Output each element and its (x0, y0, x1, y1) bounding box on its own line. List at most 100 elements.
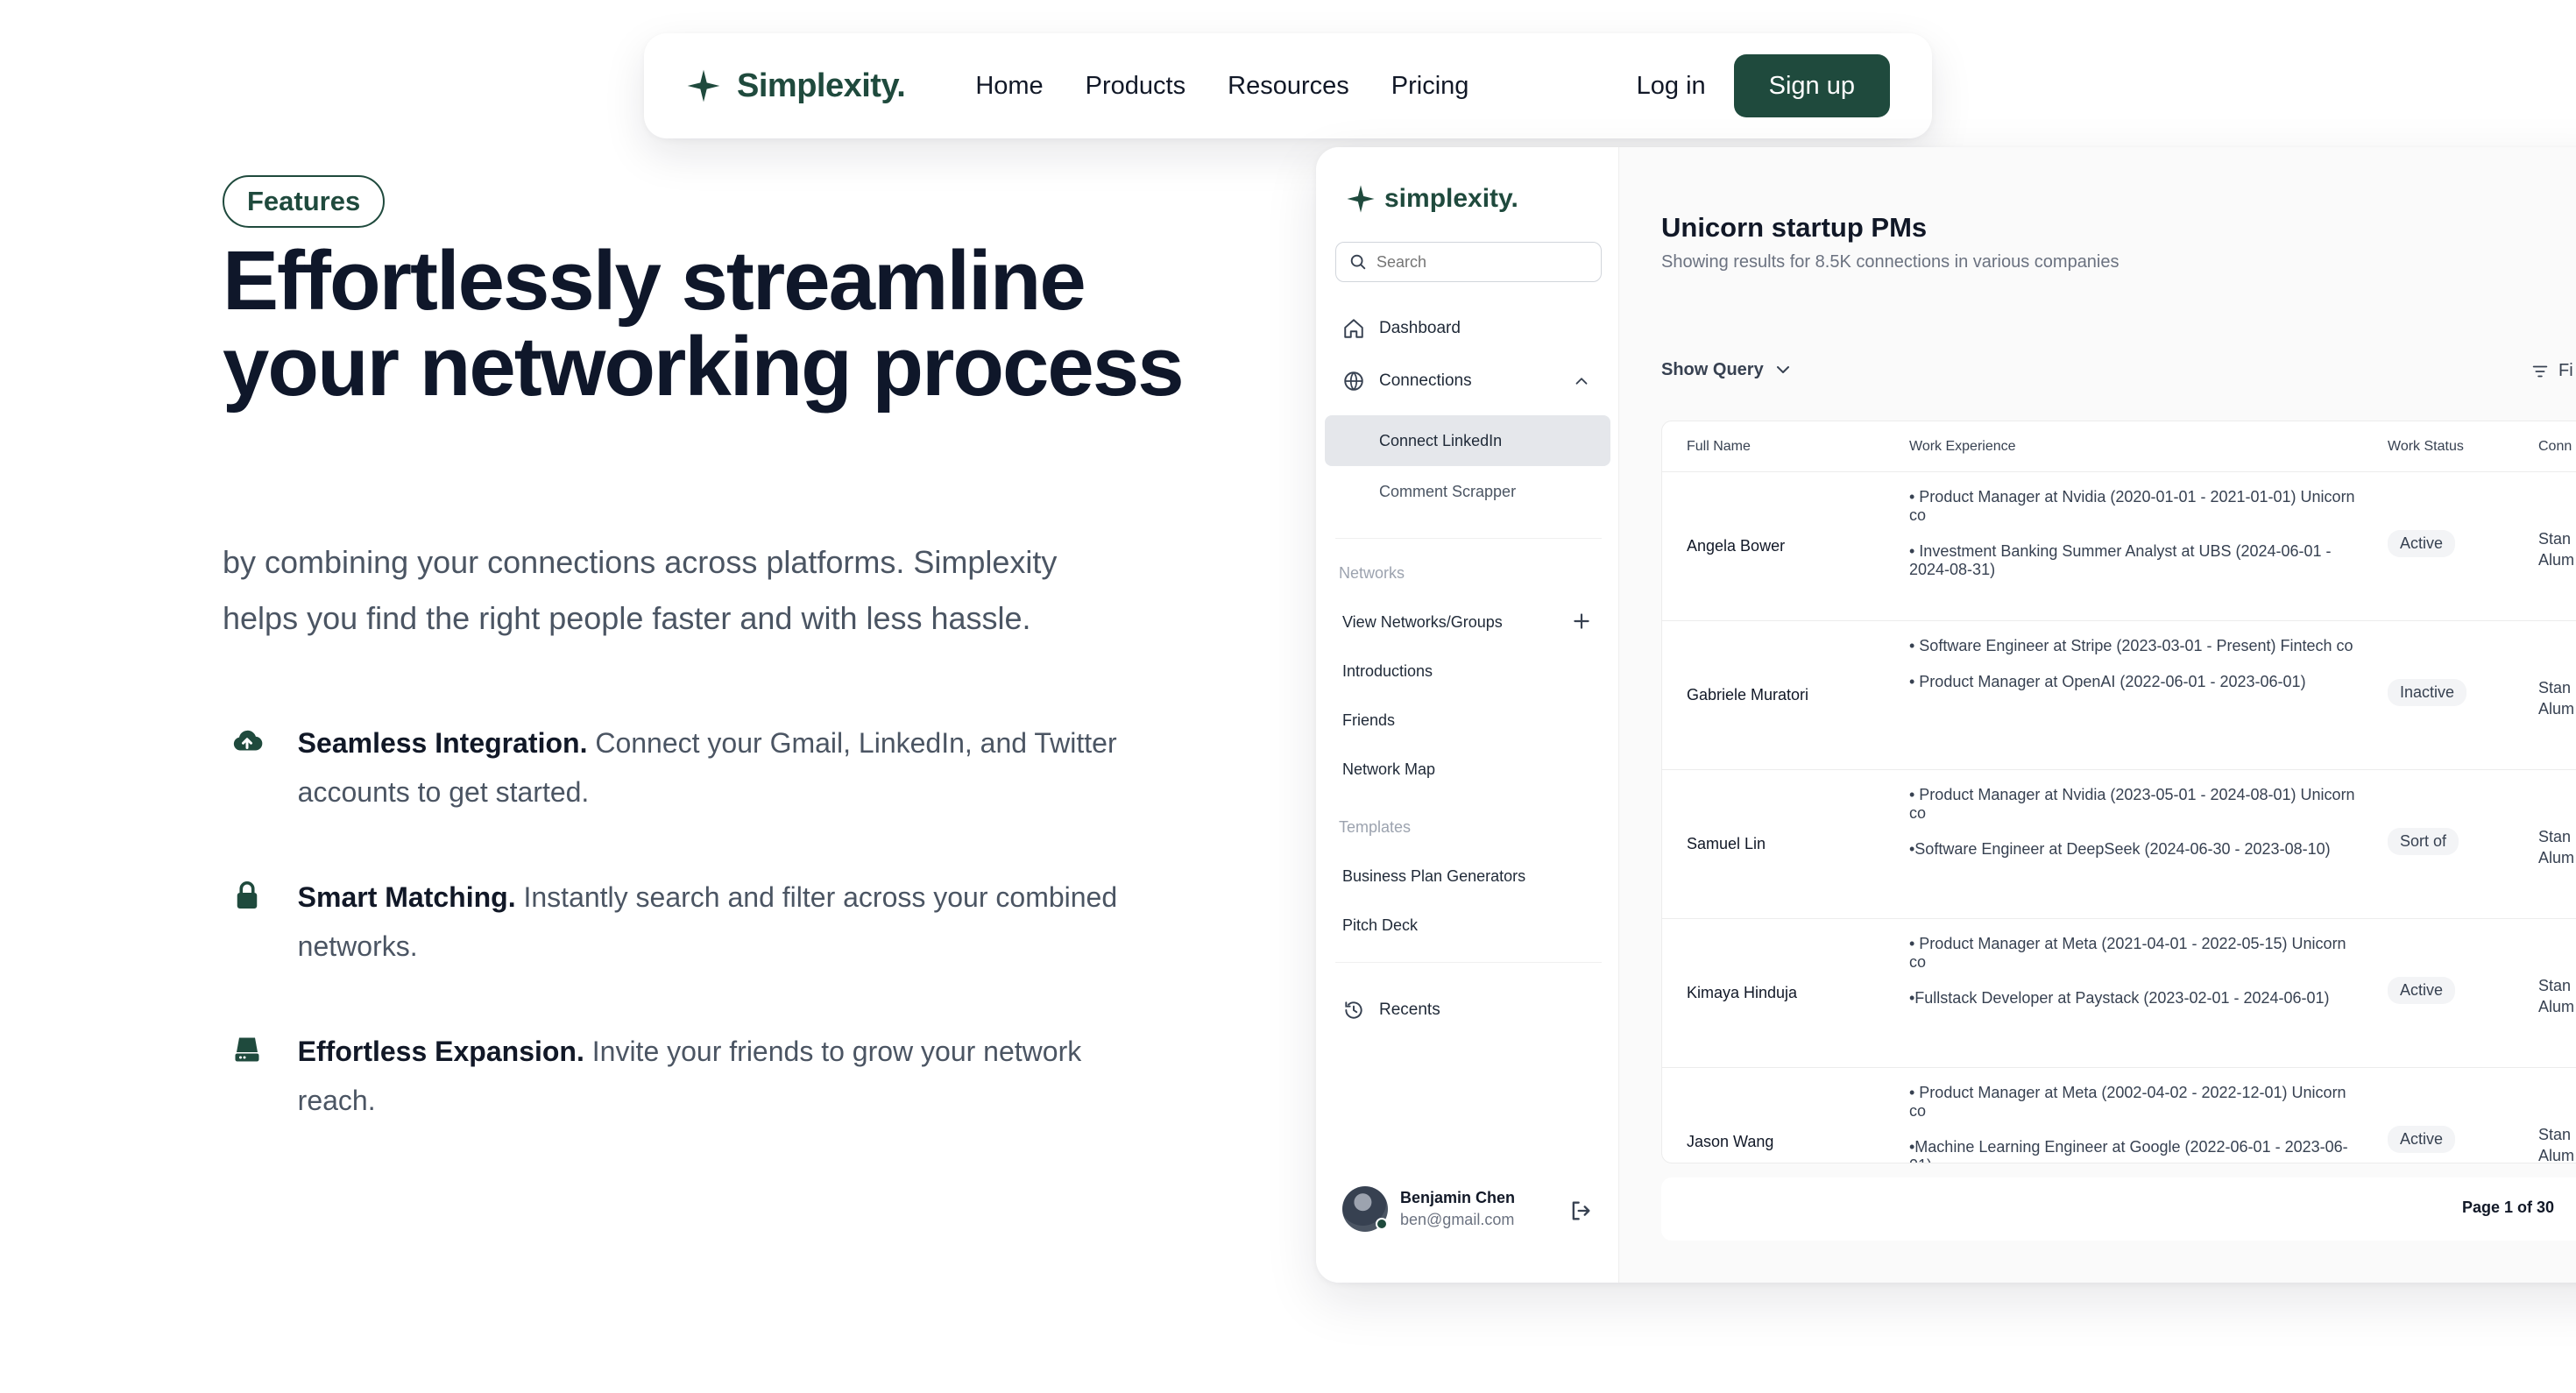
nav-home[interactable]: Home (975, 72, 1043, 101)
column-header[interactable]: Work Experience (1909, 439, 2016, 455)
table-row[interactable]: Gabriele Muratori • Software Engineer at… (1662, 621, 2576, 770)
cell-work-experience: • Product Manager at Meta (2021-04-01 - … (1909, 935, 2365, 1025)
hero-title: Effortlessly streamline your networking … (223, 234, 1185, 414)
divider (1335, 538, 1602, 539)
filter-button[interactable]: Fi (2530, 361, 2573, 381)
experience-entry: • Product Manager at Nvidia (2023-05-01 … (1909, 786, 2355, 822)
cloud-upload-icon (223, 718, 272, 767)
user-email: ben@gmail.com (1400, 1211, 1515, 1228)
connection-line: Stan (2538, 977, 2572, 994)
chevron-up-icon[interactable] (1572, 371, 1591, 391)
column-header[interactable]: Conn (2538, 439, 2572, 455)
signup-button[interactable]: Sign up (1733, 54, 1890, 117)
page-indicator: Page 1 of 30 (2462, 1199, 2555, 1216)
app-preview-window: simplexity. Dashboard Connections Connec… (1316, 147, 2576, 1283)
table-row[interactable]: Angela Bower • Product Manager at Nvidia… (1662, 472, 2576, 621)
cell-full-name: Angela Bower (1687, 537, 1786, 555)
column-header[interactable]: Full Name (1687, 439, 1751, 455)
connection-line: Stan (2538, 828, 2572, 845)
column-header[interactable]: Work Status (2388, 439, 2464, 455)
cell-connection: Stan Alum (2538, 1124, 2574, 1163)
server-icon (223, 1027, 272, 1076)
search-icon (1350, 254, 1366, 270)
lock-icon (223, 873, 272, 922)
table-row[interactable]: Kimaya Hinduja • Product Manager at Meta… (1662, 919, 2576, 1068)
cell-connection: Stan Alum (2538, 677, 2574, 719)
feature-title: Smart Matching. (297, 881, 516, 913)
table-header: Full Name Work Experience Work Status Co… (1662, 421, 2576, 472)
connections-table: Full Name Work Experience Work Status Co… (1661, 421, 2576, 1163)
connection-line: Alum (2538, 849, 2575, 866)
sparkle-icon (1347, 185, 1375, 213)
app-brand[interactable]: simplexity. (1346, 184, 1518, 214)
experience-entry: • Investment Banking Summer Analyst at U… (1909, 542, 2332, 578)
search-input[interactable] (1376, 252, 1587, 272)
sidebar-item-label: Dashboard (1379, 319, 1461, 337)
connection-line: Alum (2538, 998, 2575, 1015)
chevron-down-icon (1776, 366, 1789, 373)
sidebar: simplexity. Dashboard Connections Connec… (1316, 147, 1619, 1283)
app-brand-name: simplexity. (1384, 184, 1518, 213)
connection-line: Stan (2538, 1126, 2572, 1143)
sidebar-item-label: Connections (1379, 371, 1472, 390)
nav-products[interactable]: Products (1086, 72, 1185, 101)
cell-full-name: Jason Wang (1687, 1133, 1774, 1150)
nav-pricing[interactable]: Pricing (1391, 72, 1469, 101)
sidebar-link-view-networks[interactable]: View Networks/Groups (1342, 613, 1503, 632)
login-link[interactable]: Log in (1637, 72, 1706, 101)
table-row[interactable]: Jason Wang • Product Manager at Meta (20… (1662, 1068, 2576, 1163)
plus-icon[interactable] (1570, 610, 1593, 633)
sidebar-link-business-plan[interactable]: Business Plan Generators (1342, 867, 1525, 886)
history-icon (1345, 1001, 1362, 1019)
experience-entry: • Product Manager at Nvidia (2020-01-01 … (1909, 488, 2355, 524)
cell-connection: Stan Alum (2538, 826, 2574, 868)
experience-entry: •Software Engineer at DeepSeek (2024-06-… (1909, 840, 2331, 858)
sidebar-link-friends[interactable]: Friends (1342, 711, 1395, 730)
table-row[interactable]: Samuel Lin • Product Manager at Nvidia (… (1662, 770, 2576, 919)
experience-entry: •Machine Learning Engineer at Google (20… (1909, 1138, 2348, 1163)
user-profile[interactable]: Benjamin Chen ben@gmail.com (1342, 1186, 1515, 1232)
sidebar-item-connections[interactable]: Connections (1342, 370, 1472, 392)
feature-title: Seamless Integration. (297, 727, 588, 759)
page-subtitle: Showing results for 8.5K connections in … (1661, 252, 2120, 272)
logout-icon[interactable] (1568, 1199, 1593, 1223)
sidebar-link-introductions[interactable]: Introductions (1342, 662, 1433, 681)
sidebar-link-network-map[interactable]: Network Map (1342, 760, 1435, 779)
sidebar-item-recents[interactable]: Recents (1342, 999, 1440, 1022)
online-status-dot (1376, 1218, 1388, 1230)
connection-line: Alum (2538, 700, 2575, 718)
avatar (1342, 1186, 1388, 1232)
experience-entry: • Software Engineer at Stripe (2023-03-0… (1909, 637, 2353, 654)
cell-full-name: Gabriele Muratori (1687, 686, 1809, 704)
sidebar-link-pitch-deck[interactable]: Pitch Deck (1342, 916, 1418, 935)
filter-label: Fi (2558, 361, 2573, 380)
divider (1335, 962, 1602, 963)
sidebar-subitem-connect-linkedin[interactable]: Connect LinkedIn (1325, 415, 1610, 466)
sidebar-item-dashboard[interactable]: Dashboard (1342, 317, 1461, 340)
sidebar-item-label: Recents (1379, 1001, 1440, 1019)
sparkle-icon (687, 69, 720, 103)
feature-text: Seamless Integration. Connect your Gmail… (298, 718, 1134, 817)
cell-connection: Stan Alum (2538, 528, 2574, 570)
cell-work-experience: • Product Manager at Nvidia (2020-01-01 … (1909, 488, 2365, 597)
show-query-toggle[interactable]: Show Query (1661, 359, 1794, 380)
pagination: Page 1 of 30 (1661, 1177, 2576, 1241)
nav-resources[interactable]: Resources (1228, 72, 1349, 101)
nav-actions: Log in Sign up (1637, 54, 1890, 117)
section-label-networks: Networks (1339, 564, 1405, 582)
feature-text: Effortless Expansion. Invite your friend… (298, 1027, 1134, 1125)
sidebar-subitem-comment-scrapper[interactable]: Comment Scrapper (1325, 466, 1610, 517)
main-content: Unicorn startup PMs Showing results for … (1619, 147, 2576, 1283)
status-badge: Sort of (2388, 828, 2459, 855)
experience-entry: • Product Manager at Meta (2002-04-02 - … (1909, 1084, 2346, 1120)
connection-line: Stan (2538, 530, 2572, 548)
experience-entry: • Product Manager at OpenAI (2022-06-01 … (1909, 673, 2306, 690)
brand-name: Simplexity. (737, 67, 906, 104)
page-title: Unicorn startup PMs (1661, 212, 1928, 243)
feature-title: Effortless Expansion. (297, 1036, 584, 1067)
feature-item: Seamless Integration. Connect your Gmail… (223, 718, 1134, 817)
status-badge: Inactive (2388, 679, 2467, 706)
connection-line: Alum (2538, 551, 2575, 569)
search-box (1335, 242, 1602, 282)
brand-logo[interactable]: Simplexity. (686, 67, 906, 105)
